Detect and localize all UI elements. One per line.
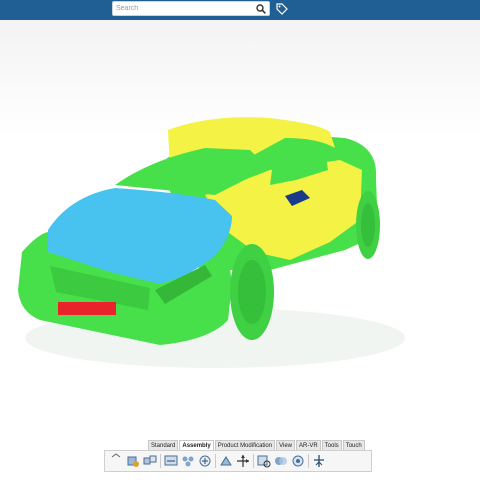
search-icon[interactable] bbox=[256, 4, 266, 14]
constraints-icon[interactable] bbox=[198, 453, 212, 469]
tab-view[interactable]: View bbox=[276, 440, 295, 450]
publication-icon[interactable] bbox=[312, 453, 326, 469]
snap-icon[interactable] bbox=[219, 453, 233, 469]
search-input[interactable] bbox=[116, 2, 252, 15]
toolbar-separator bbox=[253, 454, 254, 468]
move-compass-icon[interactable] bbox=[236, 453, 250, 469]
collapse-toolbar-icon[interactable] bbox=[109, 453, 123, 469]
tab-tools[interactable]: Tools bbox=[321, 440, 342, 450]
toolbar-separator bbox=[160, 454, 161, 468]
tab-touch[interactable]: Touch bbox=[342, 440, 365, 450]
clash-icon[interactable] bbox=[274, 453, 288, 469]
rename-icon[interactable] bbox=[164, 453, 178, 469]
top-header-bar bbox=[0, 0, 480, 20]
tab-standard[interactable]: Standard bbox=[148, 440, 179, 450]
analyze-icon[interactable] bbox=[257, 453, 271, 469]
3d-viewport[interactable] bbox=[0, 20, 480, 438]
action-bar bbox=[104, 450, 372, 472]
insert-product-icon[interactable] bbox=[126, 453, 140, 469]
ribbon-tabs: Standard Assembly Product Modification V… bbox=[148, 440, 366, 450]
search-box[interactable] bbox=[112, 1, 270, 16]
pattern-icon[interactable] bbox=[181, 453, 195, 469]
toolbar-separator bbox=[308, 454, 309, 468]
car-model[interactable] bbox=[0, 20, 480, 438]
tab-ar-vr[interactable]: AR-VR bbox=[296, 440, 321, 450]
toolbar-separator bbox=[215, 454, 216, 468]
generate-numbering-icon[interactable] bbox=[291, 453, 305, 469]
tab-assembly[interactable]: Assembly bbox=[179, 440, 214, 450]
license-plate bbox=[58, 302, 116, 315]
tab-product-modification[interactable]: Product Modification bbox=[214, 440, 276, 450]
replace-component-icon[interactable] bbox=[143, 453, 157, 469]
tag-icon[interactable] bbox=[276, 3, 288, 15]
